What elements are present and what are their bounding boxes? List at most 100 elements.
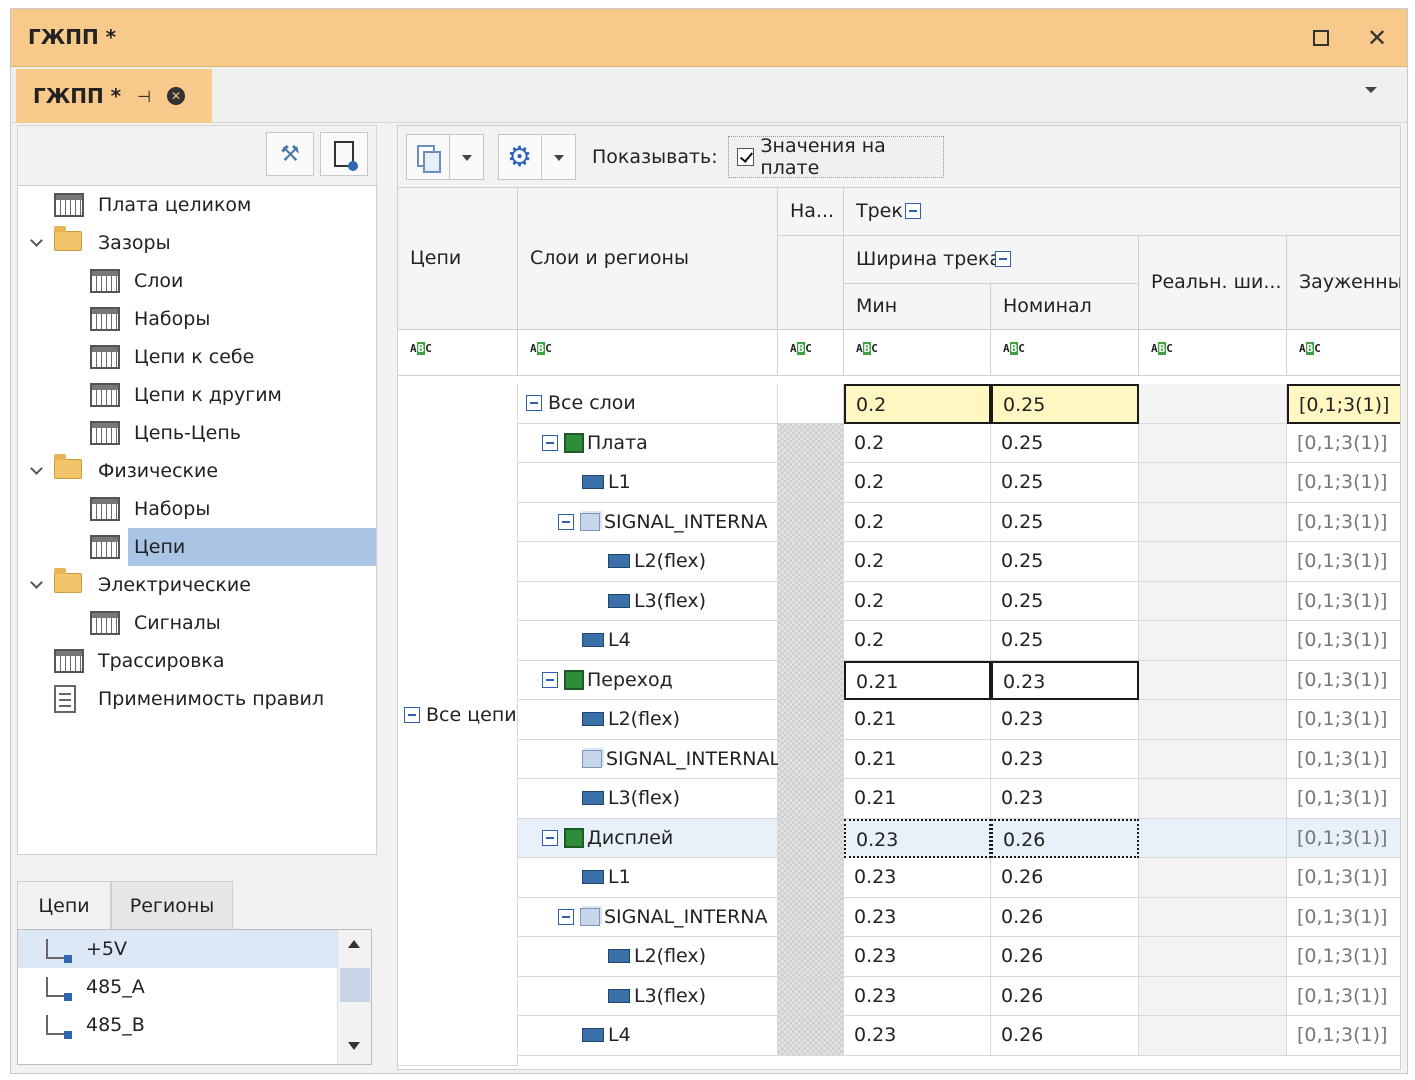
neck-cell[interactable]: [0,1;3(1)] (1287, 700, 1400, 740)
na-cell[interactable] (778, 739, 844, 779)
min-width-cell[interactable]: 0.23 (844, 858, 991, 898)
col-header-na-sub[interactable] (778, 236, 844, 330)
tree-item[interactable]: Наборы (18, 490, 376, 528)
neck-cell[interactable]: [0,1;3(1)] (1287, 818, 1400, 858)
na-cell[interactable] (778, 897, 844, 937)
nominal-width-cell[interactable]: 0.26 (991, 818, 1139, 858)
filter-cell[interactable]: ABC (778, 330, 844, 376)
tree-item[interactable]: Цепи к себе (18, 338, 376, 376)
tree-item[interactable]: Наборы (18, 300, 376, 338)
nominal-width-cell[interactable]: 0.25 (991, 384, 1139, 424)
table-row[interactable]: Все слои (518, 384, 778, 424)
nominal-width-cell[interactable]: 0.25 (991, 502, 1139, 542)
na-cell[interactable] (778, 423, 844, 463)
table-row[interactable]: L1 (518, 858, 778, 898)
real-width-cell[interactable] (1139, 700, 1287, 740)
real-width-cell[interactable] (1139, 818, 1287, 858)
tree-item[interactable]: Цепи (90, 528, 376, 566)
real-width-cell[interactable] (1139, 779, 1287, 819)
real-width-cell[interactable] (1139, 858, 1287, 898)
real-width-cell[interactable] (1139, 463, 1287, 503)
nominal-width-cell[interactable]: 0.25 (991, 621, 1139, 661)
copy-split-button[interactable] (406, 134, 484, 180)
tab-nets[interactable]: Цепи (17, 881, 111, 929)
scroll-up-icon[interactable] (348, 940, 360, 948)
chevron-down-icon[interactable] (30, 462, 43, 475)
table-row[interactable]: L3(flex) (518, 581, 778, 621)
table-row[interactable]: L3(flex) (518, 976, 778, 1016)
tree-item[interactable]: Зазоры (18, 224, 376, 262)
col-header-min[interactable]: Мин (844, 284, 991, 330)
min-width-cell[interactable]: 0.2 (844, 423, 991, 463)
list-item[interactable]: +5V (18, 930, 338, 968)
page-settings-button[interactable] (320, 132, 368, 176)
col-header-layers[interactable]: Слои и регионы (518, 188, 778, 330)
all-nets-cell[interactable]: Все цепи (398, 384, 518, 1066)
tree-item[interactable]: Сигналы (18, 604, 376, 642)
col-header-neck[interactable]: Зауженный (1287, 236, 1400, 330)
col-header-nominal[interactable]: Номинал (991, 284, 1139, 330)
real-width-cell[interactable] (1139, 423, 1287, 463)
min-width-cell[interactable]: 0.23 (844, 937, 991, 977)
tools-button[interactable]: ⚒ (266, 132, 314, 176)
table-row[interactable]: L2(flex) (518, 542, 778, 582)
na-cell[interactable] (778, 700, 844, 740)
tab-close-icon[interactable]: ✕ (167, 87, 186, 105)
na-cell[interactable] (778, 779, 844, 819)
board-values-checkbox[interactable]: Значения на плате (728, 135, 944, 179)
scrollbar-thumb[interactable] (340, 968, 370, 1002)
list-item[interactable]: 485_A (18, 968, 338, 1006)
min-width-cell[interactable]: 0.2 (844, 621, 991, 661)
collapse-icon[interactable] (542, 671, 558, 688)
list-item[interactable]: 485_B (18, 1006, 338, 1044)
real-width-cell[interactable] (1139, 739, 1287, 779)
table-row[interactable]: SIGNAL_INTERNA (518, 897, 778, 937)
min-width-cell[interactable]: 0.21 (844, 779, 991, 819)
min-width-cell[interactable]: 0.21 (844, 739, 991, 779)
nominal-width-cell[interactable]: 0.25 (991, 542, 1139, 582)
table-row[interactable]: SIGNAL_INTERNAL (518, 739, 780, 779)
na-cell[interactable] (778, 502, 844, 542)
neck-cell[interactable]: [0,1;3(1)] (1287, 660, 1400, 700)
min-width-cell[interactable]: 0.23 (844, 818, 991, 858)
nominal-width-cell[interactable]: 0.25 (991, 463, 1139, 503)
col-header-real[interactable]: Реальн. ши... (1139, 236, 1287, 330)
collapse-icon[interactable] (558, 908, 574, 925)
filter-cell[interactable]: ABC (398, 330, 518, 376)
real-width-cell[interactable] (1139, 1016, 1287, 1056)
copy-dropdown-icon[interactable] (449, 135, 483, 179)
neck-cell[interactable]: [0,1;3(1)] (1287, 621, 1400, 661)
nominal-width-cell[interactable]: 0.23 (991, 779, 1139, 819)
neck-cell[interactable]: [0,1;3(1)] (1287, 976, 1400, 1016)
real-width-cell[interactable] (1139, 581, 1287, 621)
na-cell[interactable] (778, 976, 844, 1016)
neck-cell[interactable]: [0,1;3(1)] (1287, 779, 1400, 819)
tree-item[interactable]: Плата целиком (18, 186, 376, 224)
nominal-width-cell[interactable]: 0.23 (991, 739, 1139, 779)
na-cell[interactable] (778, 463, 844, 503)
nominal-width-cell[interactable]: 0.26 (991, 937, 1139, 977)
col-header-na[interactable]: На... (778, 188, 844, 236)
real-width-cell[interactable] (1139, 502, 1287, 542)
collapse-icon[interactable] (542, 829, 558, 846)
tree-item[interactable]: Цепь-Цепь (18, 414, 376, 452)
col-header-nets[interactable]: Цепи (398, 188, 518, 330)
table-row[interactable]: L2(flex) (518, 700, 778, 740)
filter-cell[interactable]: ABC (844, 330, 991, 376)
na-cell[interactable] (778, 581, 844, 621)
table-row[interactable]: Переход (518, 660, 778, 700)
collapse-icon[interactable] (404, 707, 420, 723)
net-list-scrollbar[interactable] (337, 930, 371, 1064)
min-width-cell[interactable]: 0.2 (844, 542, 991, 582)
collapse-icon[interactable] (995, 251, 1011, 267)
scroll-down-icon[interactable] (348, 1042, 360, 1050)
neck-cell[interactable]: [0,1;3(1)] (1287, 897, 1400, 937)
min-width-cell[interactable]: 0.21 (844, 700, 991, 740)
table-row[interactable]: SIGNAL_INTERNA (518, 502, 778, 542)
collapse-icon[interactable] (526, 395, 542, 411)
na-cell[interactable] (778, 818, 844, 858)
table-row[interactable]: Дисплей (518, 818, 778, 858)
min-width-cell[interactable]: 0.2 (844, 581, 991, 621)
tree-item[interactable]: Слои (18, 262, 376, 300)
min-width-cell[interactable]: 0.2 (844, 384, 991, 424)
